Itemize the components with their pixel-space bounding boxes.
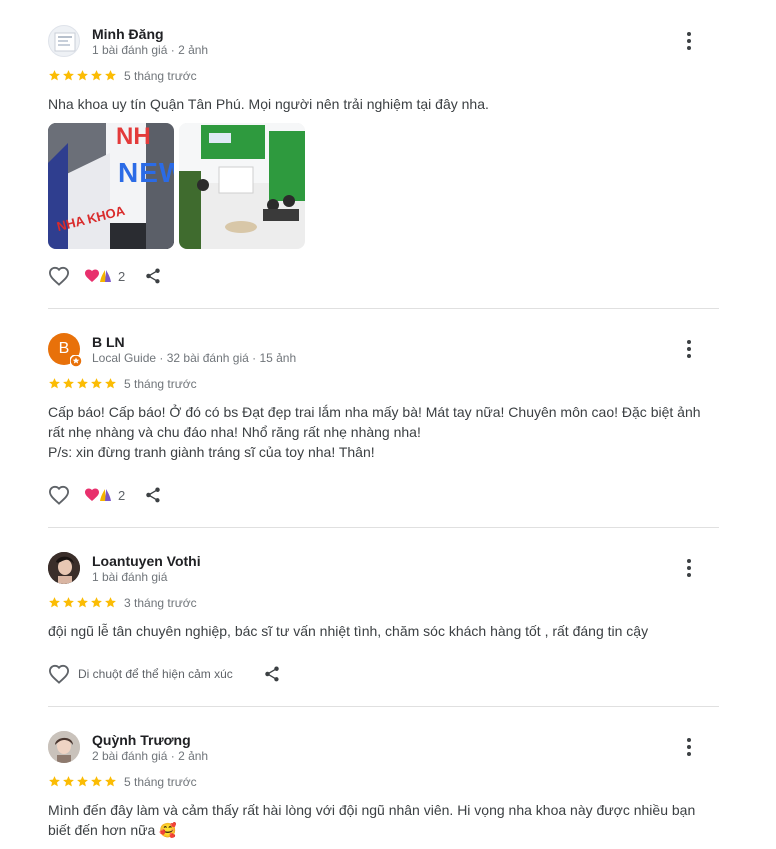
review-text: Mình đến đây làm và cảm thấy rất hài lòn…	[48, 800, 708, 840]
heart-and-pray-reaction-icon	[85, 269, 111, 282]
avatar[interactable]	[48, 731, 80, 763]
star-icon	[91, 597, 102, 608]
star-icon	[63, 597, 74, 608]
reactions-summary[interactable]: 2	[84, 483, 125, 507]
heart-outline-icon	[48, 664, 70, 684]
review-actions: 2	[48, 264, 248, 288]
more-vert-icon	[687, 32, 691, 50]
more-options-button[interactable]	[679, 337, 699, 361]
share-button[interactable]	[263, 662, 281, 686]
author-name[interactable]: Minh Đăng	[92, 26, 164, 42]
author-meta: Local Guide · 32 bài đánh giá · 15 ảnh	[92, 351, 297, 365]
review-card: Minh Đăng 1 bài đánh giá · 2 ảnh 5 tháng…	[48, 0, 719, 308]
star-rating	[48, 377, 117, 390]
review-time: 3 tháng trước	[124, 596, 197, 610]
star-icon	[49, 597, 60, 608]
review-text-line: biết đến hơn nữa 🥰	[48, 822, 177, 838]
review-actions: 2	[48, 483, 248, 507]
storefront-sign-new: NEW	[118, 157, 174, 188]
star-icon	[49, 70, 60, 81]
review-text: Cấp báo! Cấp báo! Ở đó có bs Đạt đẹp tra…	[48, 402, 708, 462]
author-meta: 2 bài đánh giá · 2 ảnh	[92, 749, 209, 763]
reaction-hint: Di chuột để thể hiện cảm xúc	[78, 662, 233, 686]
review-card: B B LN Local Guide · 32 bài đánh giá · 1…	[48, 308, 719, 527]
star-icon	[49, 378, 60, 389]
star-icon	[77, 776, 88, 787]
review-text: Nha khoa uy tín Quận Tân Phú. Mọi người …	[48, 96, 489, 112]
author-meta: 1 bài đánh giá · 2 ảnh	[92, 43, 209, 57]
review-text-line: Mình đến đây làm và cảm thấy rất hài lòn…	[48, 802, 696, 818]
heart-outline-icon	[48, 266, 70, 286]
more-vert-icon	[687, 559, 691, 577]
author-name[interactable]: B LN	[92, 334, 125, 350]
review-text: đội ngũ lễ tân chuyên nghiệp, bác sĩ tư …	[48, 623, 649, 639]
review-time: 5 tháng trước	[124, 377, 197, 391]
more-vert-icon	[687, 738, 691, 756]
avatar[interactable]	[48, 552, 80, 584]
review-card: Loantuyen Vothi 1 bài đánh giá 3 tháng t…	[48, 527, 719, 706]
share-icon	[265, 666, 279, 682]
heart-outline-icon	[48, 485, 70, 505]
like-button[interactable]	[48, 483, 70, 507]
review-time: 5 tháng trước	[124, 775, 197, 789]
star-rating	[48, 775, 117, 788]
review-actions: Di chuột để thể hiện cảm xúc	[48, 662, 288, 686]
star-icon	[63, 70, 74, 81]
share-button[interactable]	[144, 483, 162, 507]
star-icon	[77, 70, 88, 81]
review-photo-storefront[interactable]: NH NEW NHA KHOA	[48, 123, 174, 249]
share-icon	[146, 268, 160, 284]
share-button[interactable]	[144, 264, 162, 288]
author-name[interactable]: Loantuyen Vothi	[92, 553, 201, 569]
star-icon	[49, 776, 60, 787]
local-guide-badge-icon	[70, 355, 82, 367]
star-icon	[91, 378, 102, 389]
avatar[interactable]	[48, 25, 80, 57]
star-icon	[105, 776, 116, 787]
like-button[interactable]	[48, 264, 70, 288]
star-icon	[91, 776, 102, 787]
reaction-count: 2	[118, 487, 126, 503]
author-name[interactable]: Quỳnh Trương	[92, 732, 191, 748]
star-rating	[48, 69, 117, 82]
star-icon	[91, 70, 102, 81]
review-card: Quỳnh Trương 2 bài đánh giá · 2 ảnh 5 th…	[48, 706, 719, 849]
star-icon	[77, 378, 88, 389]
review-text-line: Cấp báo! Cấp báo! Ở đó có bs Đạt đẹp tra…	[48, 404, 701, 420]
more-vert-icon	[687, 340, 691, 358]
more-options-button[interactable]	[679, 735, 699, 759]
star-icon	[105, 70, 116, 81]
review-text-line: P/s: xin đừng tranh giành tráng sĩ của t…	[48, 444, 375, 460]
more-options-button[interactable]	[679, 556, 699, 580]
review-text-line: rất nhẹ nhàng và chu đáo nha! Nhổ răng r…	[48, 424, 421, 440]
share-icon	[146, 487, 160, 503]
author-meta: 1 bài đánh giá	[92, 570, 168, 584]
heart-and-pray-reaction-icon	[85, 488, 111, 501]
star-icon	[63, 776, 74, 787]
more-options-button[interactable]	[679, 29, 699, 53]
star-icon	[105, 597, 116, 608]
avatar[interactable]: B	[48, 333, 82, 367]
star-icon	[77, 597, 88, 608]
reactions-summary[interactable]: 2	[84, 264, 125, 288]
reaction-count: 2	[118, 268, 126, 284]
star-icon	[105, 378, 116, 389]
review-photo-interior[interactable]	[179, 123, 305, 249]
reaction-hint-text: Di chuột để thể hiện cảm xúc	[78, 667, 233, 681]
storefront-sign-top: NH	[116, 123, 151, 150]
review-time: 5 tháng trước	[124, 69, 197, 83]
like-button[interactable]	[48, 662, 70, 686]
star-icon	[63, 378, 74, 389]
star-rating	[48, 596, 117, 609]
